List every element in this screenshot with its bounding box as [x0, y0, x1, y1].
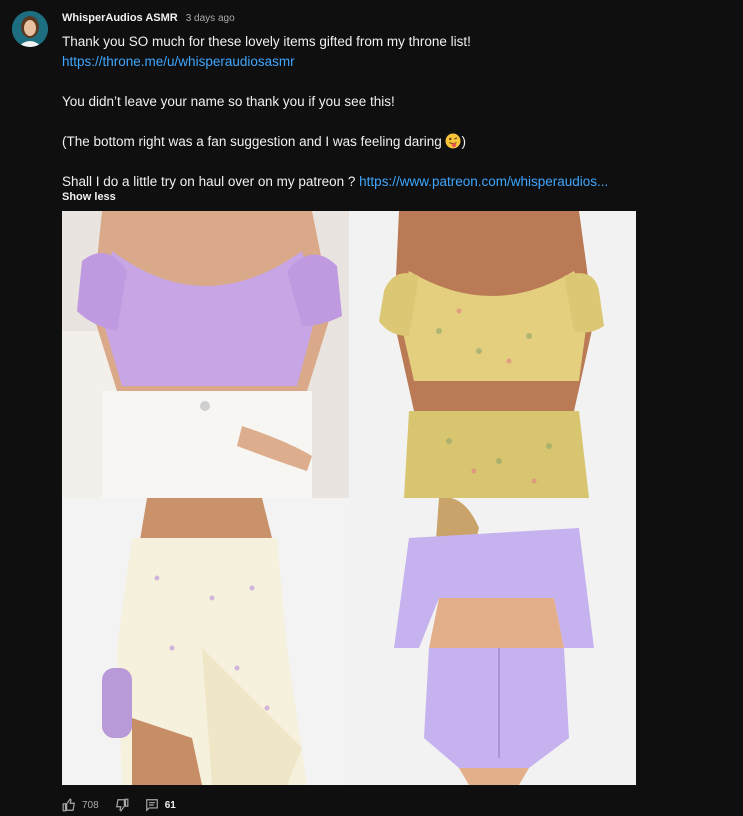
- comment-line: Thank you SO much for these lovely items…: [62, 34, 471, 49]
- comment-line: Shall I do a little try on haul over on …: [62, 172, 712, 192]
- author-name[interactable]: WhisperAudios ASMR: [62, 12, 178, 24]
- comment-text: ): [461, 134, 466, 149]
- thumbs-up-icon: [62, 798, 76, 812]
- comment-timestamp[interactable]: 3 days ago: [186, 13, 235, 24]
- author-avatar[interactable]: [12, 11, 48, 47]
- comment-header: WhisperAudios ASMR 3 days ago: [62, 12, 235, 26]
- throne-link[interactable]: https://throne.me/u/whisperaudiosasmr: [62, 54, 295, 69]
- image-cream-floral-dress[interactable]: [62, 498, 349, 785]
- show-less-button[interactable]: Show less: [62, 191, 116, 203]
- image-collage[interactable]: [62, 211, 636, 785]
- comment-text: (The bottom right was a fan suggestion a…: [62, 134, 446, 149]
- avatar-portrait-icon: [12, 11, 48, 47]
- comment-line: (The bottom right was a fan suggestion a…: [62, 132, 712, 152]
- like-count: 708: [82, 799, 99, 811]
- comment-actions: 708 61: [62, 797, 192, 813]
- comment-text: Shall I do a little try on haul over on …: [62, 174, 360, 189]
- image-lilac-ruched-set[interactable]: [349, 498, 636, 785]
- image-yellow-floral-set[interactable]: [349, 211, 636, 498]
- like-button[interactable]: 708: [62, 798, 99, 812]
- image-lilac-twist-top[interactable]: [62, 211, 349, 498]
- comment-line: You didn’t leave your name so thank you …: [62, 94, 395, 109]
- comment-icon: [145, 798, 159, 812]
- winking-tongue-emoji-icon: [445, 133, 461, 149]
- patreon-link[interactable]: https://www.patreon.com/whisperaudios...: [359, 174, 608, 189]
- thumbs-down-icon: [115, 798, 129, 812]
- replies-button[interactable]: 61: [145, 798, 176, 812]
- dislike-button[interactable]: [115, 798, 129, 812]
- reply-count: 61: [164, 799, 176, 811]
- comment-body: Thank you SO much for these lovely items…: [62, 32, 712, 192]
